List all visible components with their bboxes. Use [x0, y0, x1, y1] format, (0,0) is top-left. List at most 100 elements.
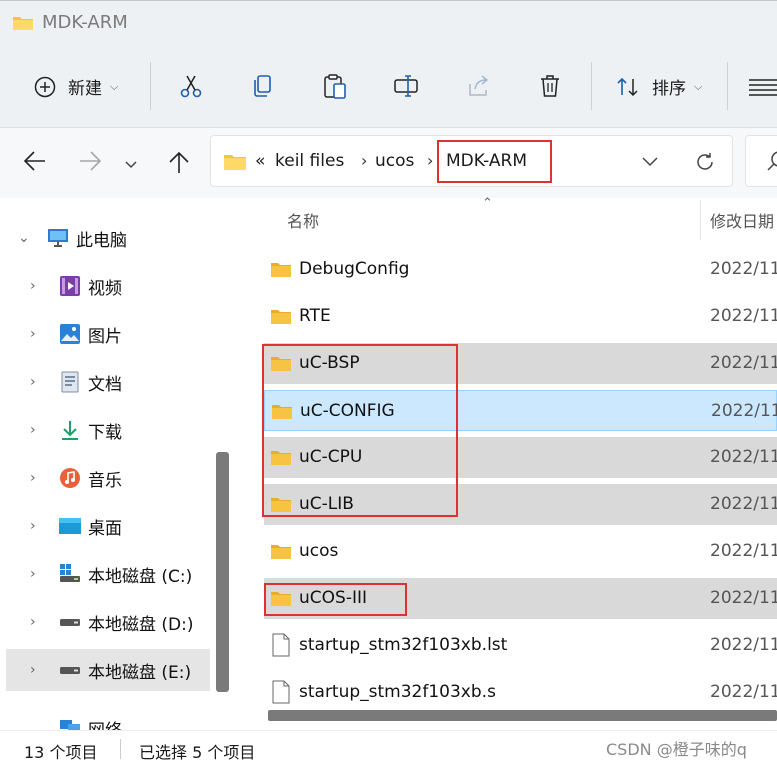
documents-icon: [61, 371, 79, 393]
forward-button[interactable]: [78, 150, 102, 176]
file-row[interactable]: startup_stm32f103xb.lst 2022/11: [264, 625, 777, 666]
item-name: RTE: [299, 306, 331, 326]
chevron-down-icon[interactable]: [641, 156, 659, 168]
item-date: 2022/11: [710, 541, 777, 561]
item-count: 13 个项目: [24, 743, 98, 762]
sidebar-item-desktop[interactable]: › 桌面: [0, 505, 212, 547]
pictures-icon: [60, 324, 80, 344]
item-date: 2022/11: [710, 635, 777, 655]
sidebar-scrollbar[interactable]: [216, 452, 229, 692]
folder-row[interactable]: DebugConfig 2022/11: [264, 249, 777, 290]
sidebar-item-pictures[interactable]: › 图片: [0, 313, 212, 355]
search-box[interactable]: [745, 135, 777, 187]
chevron-right-icon[interactable]: ›: [30, 278, 36, 294]
sidebar-item-videos[interactable]: › 视频: [0, 265, 212, 307]
sidebar-item-label: 音乐: [88, 470, 122, 491]
breadcrumb-ucos[interactable]: ucos: [375, 151, 414, 171]
chevron-right-icon[interactable]: ›: [30, 422, 36, 438]
column-divider[interactable]: [700, 200, 701, 240]
arrow-up-icon: [169, 151, 189, 173]
chevron-right-icon: ›: [427, 151, 434, 170]
sidebar-item-music[interactable]: › 音乐: [0, 457, 212, 499]
horizontal-scrollbar[interactable]: [268, 710, 777, 721]
new-label: 新建: [68, 79, 102, 99]
sidebar-item-drive-c[interactable]: › 本地磁盘 (C:): [0, 553, 212, 595]
folder-icon: [271, 545, 291, 559]
drive-c-icon: [60, 564, 80, 582]
title-bar: MDK-ARM: [0, 0, 777, 44]
rename-button[interactable]: [394, 74, 420, 98]
item-date: 2022/11: [710, 306, 777, 326]
chevron-right-icon[interactable]: ›: [30, 566, 36, 582]
recent-locations-button[interactable]: [124, 155, 138, 174]
item-name: ucos: [299, 541, 339, 561]
arrow-left-icon: [23, 151, 45, 171]
sort-label: 排序: [652, 79, 686, 99]
list-view-icon: [749, 79, 777, 96]
view-button[interactable]: [748, 78, 777, 96]
sidebar-item-documents[interactable]: › 文档: [0, 361, 212, 403]
folder-icon: [13, 16, 33, 30]
plus-circle-icon: [34, 76, 56, 97]
desktop-icon: [59, 518, 81, 534]
sidebar-item-label: 文档: [88, 374, 122, 395]
paste-button[interactable]: [323, 74, 347, 100]
chevron-right-icon[interactable]: ›: [30, 518, 36, 534]
item-date: 2022/11: [710, 447, 777, 467]
folder-icon: [271, 310, 291, 324]
new-button[interactable]: 新建 ⌵: [34, 74, 118, 99]
folder-icon: [271, 263, 291, 277]
breadcrumb-keil-files[interactable]: keil files: [275, 151, 344, 171]
item-name: startup_stm32f103xb.s: [299, 682, 496, 702]
back-button[interactable]: [23, 150, 47, 176]
chevron-right-icon[interactable]: ›: [30, 374, 36, 390]
sidebar-item-network[interactable]: 网络: [0, 712, 212, 730]
window-title: MDK-ARM: [42, 12, 128, 33]
delete-button[interactable]: [539, 74, 561, 98]
toolbar-divider: [591, 62, 592, 110]
item-name: startup_stm32f103xb.lst: [299, 635, 508, 655]
file-icon: [272, 633, 290, 657]
folder-row[interactable]: RTE 2022/11: [264, 296, 777, 337]
video-icon: [60, 276, 80, 296]
breadcrumb-overflow[interactable]: «: [255, 151, 265, 171]
highlight-box: [262, 344, 458, 517]
share-button[interactable]: [467, 74, 491, 98]
item-date: 2022/11: [711, 401, 777, 421]
file-icon: [272, 680, 290, 704]
chevron-down-icon[interactable]: ⌄: [18, 230, 30, 246]
sidebar-item-label: 桌面: [88, 518, 122, 539]
pc-icon: [48, 229, 68, 247]
rename-icon: [394, 75, 418, 97]
sidebar-item-this-pc[interactable]: ⌄ 此电脑: [0, 217, 212, 259]
item-date: 2022/11: [710, 353, 777, 373]
column-header-modified[interactable]: 修改日期: [710, 208, 774, 232]
chevron-right-icon[interactable]: ›: [30, 614, 36, 630]
copy-button[interactable]: [252, 74, 274, 98]
address-bar[interactable]: « keil files › ucos › MDK-ARM: [210, 135, 733, 187]
selected-count: 已选择 5 个项目: [139, 743, 256, 762]
up-button[interactable]: [168, 150, 190, 178]
status-divider: [120, 739, 121, 759]
chevron-right-icon[interactable]: ›: [30, 470, 36, 486]
folder-row[interactable]: ucos 2022/11: [264, 531, 777, 572]
folder-icon: [224, 155, 246, 170]
sidebar-item-downloads[interactable]: › 下载: [0, 409, 212, 451]
item-date: 2022/11: [710, 494, 777, 514]
sort-button[interactable]: 排序 ⌵: [616, 74, 702, 99]
item-date: 2022/11: [710, 682, 777, 702]
chevron-right-icon[interactable]: ›: [30, 662, 36, 678]
sidebar-item-label: 此电脑: [76, 230, 127, 251]
chevron-right-icon[interactable]: ›: [30, 326, 36, 342]
watermark: CSDN @橙子味的q: [606, 740, 747, 759]
sidebar-item-drive-d[interactable]: › 本地磁盘 (D:): [0, 601, 212, 643]
sidebar-item-drive-e[interactable]: › 本地磁盘 (E:): [6, 649, 210, 691]
refresh-icon[interactable]: [694, 151, 716, 173]
arrow-right-icon: [80, 151, 102, 171]
item-date: 2022/11: [710, 588, 777, 608]
cut-button[interactable]: [179, 74, 203, 98]
sort-icon: [617, 77, 638, 96]
column-header-name[interactable]: 名称: [287, 208, 319, 232]
trash-icon: [541, 75, 559, 97]
command-bar: 新建 ⌵ 排序 ⌵: [0, 44, 777, 128]
